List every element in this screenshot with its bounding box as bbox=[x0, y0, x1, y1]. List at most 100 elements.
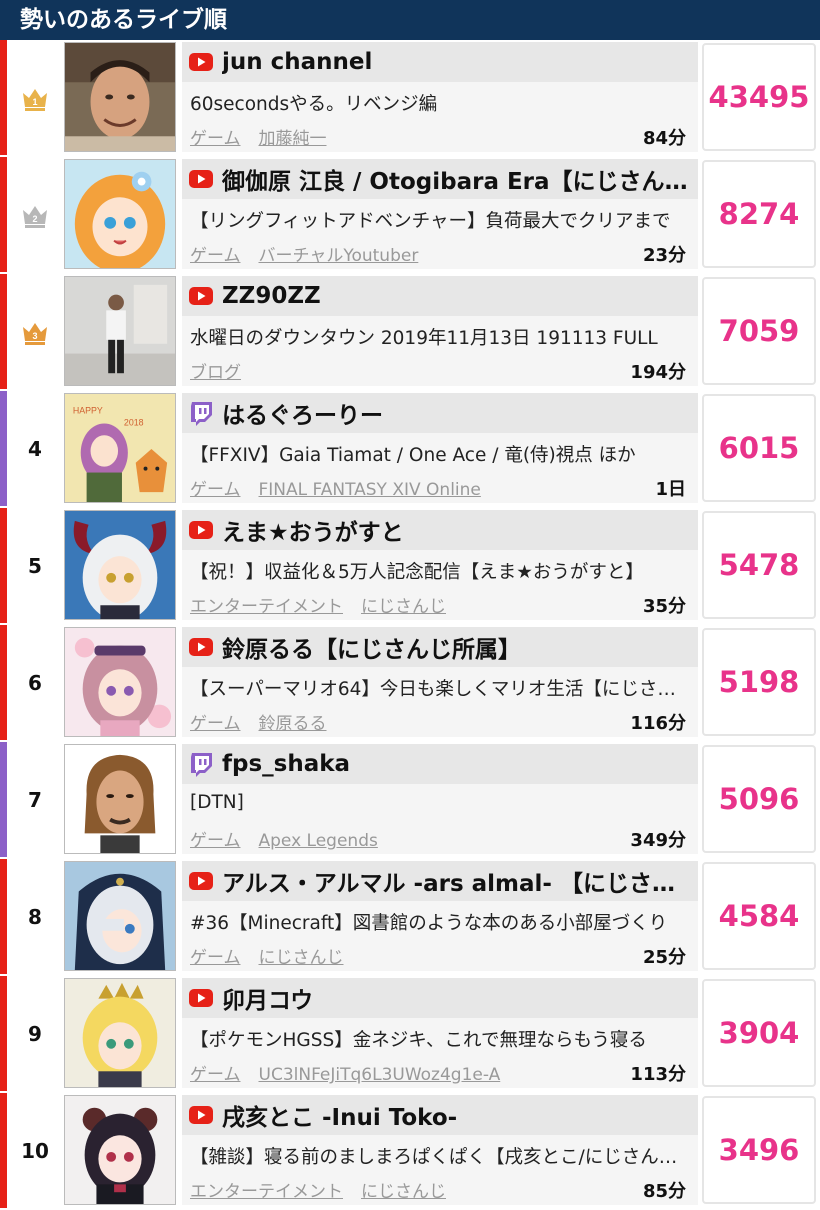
stream-title-bar[interactable]: 鈴原るる【にじさんじ所属】 bbox=[182, 627, 698, 667]
tag-list: エンターテイメント にじさんじ bbox=[190, 592, 464, 617]
svg-text:HAPPY: HAPPY bbox=[73, 406, 103, 416]
category-tag[interactable]: 加藤純一 bbox=[259, 129, 327, 149]
momentum-score: 3496 bbox=[718, 1133, 800, 1167]
svg-text:2018: 2018 bbox=[124, 417, 144, 427]
channel-thumbnail[interactable] bbox=[64, 510, 176, 620]
stream-title-bar[interactable]: 卯月コウ bbox=[182, 978, 698, 1018]
score-box: 43495 bbox=[702, 43, 816, 151]
score-box: 5096 bbox=[702, 745, 816, 853]
category-tag[interactable]: ゲーム bbox=[190, 129, 241, 149]
category-tag[interactable]: ゲーム bbox=[190, 831, 241, 851]
stream-title-bar[interactable]: ZZ90ZZ bbox=[182, 276, 698, 316]
stream-description[interactable]: 水曜日のダウンタウン 2019年11月13日 191113 FULL bbox=[190, 324, 690, 350]
category-tag[interactable]: にじさんじ bbox=[361, 597, 446, 617]
stream-description[interactable]: 【スーパーマリオ64】今日も楽しくマリオ生活【にじさんじ】 bbox=[190, 675, 690, 701]
category-tag[interactable]: ゲーム bbox=[190, 948, 241, 968]
channel-name[interactable]: ZZ90ZZ bbox=[222, 283, 321, 309]
stream-description[interactable]: 【ポケモンHGSS】金ネジキ、これで無理ならもう寝る bbox=[190, 1026, 690, 1052]
category-tag[interactable]: にじさんじ bbox=[361, 1182, 446, 1202]
stream-info: 卯月コウ【ポケモンHGSS】金ネジキ、これで無理ならもう寝るゲーム UC3lNFe… bbox=[182, 978, 698, 1088]
ranking-row[interactable]: 5 えま★おうがすと 【祝！】収益化＆5万人記念配信【えま★おうがすと】 エンターテイ… bbox=[0, 508, 820, 625]
stream-description[interactable]: [DTN] bbox=[190, 792, 690, 813]
category-tag[interactable]: ゲーム bbox=[190, 1065, 241, 1085]
channel-thumbnail[interactable]: HAPPY 2018 bbox=[64, 393, 176, 503]
stream-title-bar[interactable]: 戌亥とこ -Inui Toko- bbox=[182, 1095, 698, 1135]
momentum-score: 6015 bbox=[718, 431, 800, 465]
channel-name[interactable]: 戌亥とこ -Inui Toko- bbox=[222, 1098, 457, 1132]
channel-name[interactable]: 鈴原るる【にじさんじ所属】 bbox=[222, 630, 521, 664]
tag-list: ブログ bbox=[190, 358, 259, 383]
category-tag[interactable]: ブログ bbox=[190, 363, 241, 383]
platform-stripe bbox=[0, 976, 7, 1091]
category-tag[interactable]: Apex Legends bbox=[259, 831, 378, 851]
stream-description[interactable]: 【雑談】寝る前のましまろぱくぱく【戌亥とこ/にじさんじ】 bbox=[190, 1143, 690, 1169]
category-tag[interactable]: ゲーム bbox=[190, 480, 241, 500]
crown-icon: 1 bbox=[23, 88, 47, 111]
channel-thumbnail[interactable] bbox=[64, 627, 176, 737]
stream-info: 鈴原るる【にじさんじ所属】【スーパーマリオ64】今日も楽しくマリオ生活【にじさん… bbox=[182, 627, 698, 737]
stream-title-bar[interactable]: 御伽原 江良 / Otogibara Era【にじさんじ所属】 bbox=[182, 159, 698, 199]
platform-stripe bbox=[0, 40, 7, 155]
stream-title-bar[interactable]: アルス・アルマル -ars almal- 【にじさんじ】 bbox=[182, 861, 698, 901]
channel-thumbnail[interactable] bbox=[64, 744, 176, 854]
ranking-row[interactable]: 8 アルス・アルマル -ars almal- 【にじさんじ】 #36【Minecra… bbox=[0, 859, 820, 976]
ranking-row[interactable]: 3 ZZ90ZZ 水曜日のダウンタウン 2019年11月13日 191113 FUL… bbox=[0, 274, 820, 391]
ranking-row[interactable]: 6 鈴原るる【にじさんじ所属】 【スーパーマリオ64】今日も楽しくマリオ生活【にじさ… bbox=[0, 625, 820, 742]
rank-badge: 10 bbox=[7, 1093, 63, 1208]
ranking-row[interactable]: 10 戌亥とこ -Inui Toko- 【雑談】寝る前のましまろぱくぱく【戌亥とこ/… bbox=[0, 1093, 820, 1210]
category-tag[interactable]: にじさんじ bbox=[259, 948, 344, 968]
channel-thumbnail[interactable] bbox=[64, 159, 176, 269]
rank-badge: 8 bbox=[7, 859, 63, 974]
channel-thumbnail[interactable] bbox=[64, 42, 176, 152]
channel-name[interactable]: 卯月コウ bbox=[222, 981, 313, 1015]
stream-duration: 25分 bbox=[642, 947, 686, 968]
ranking-row[interactable]: 1 jun channel 60secondsやる。リベンジ編 ゲーム 加藤純一 84分 4… bbox=[0, 40, 820, 157]
stream-title-bar[interactable]: jun channel bbox=[182, 42, 698, 82]
ranking-row[interactable]: 4 HAPPY 2018 はるぐろーりー【FFXIV】Gaia Tiamat / On… bbox=[0, 391, 820, 508]
ranking-row[interactable]: 9 卯月コウ 【ポケモンHGSS】金ネジキ、これで無理ならもう寝る ゲーム UC3lNF… bbox=[0, 976, 820, 1093]
channel-name[interactable]: えま★おうがすと bbox=[222, 513, 404, 547]
platform-stripe bbox=[0, 157, 7, 272]
youtube-icon bbox=[189, 287, 213, 305]
ranking-row[interactable]: 2 御伽原 江良 / Otogibara Era【にじさんじ所属】【リングフィット… bbox=[0, 157, 820, 274]
youtube-icon bbox=[189, 872, 213, 890]
momentum-score: 43495 bbox=[708, 80, 810, 114]
stream-description[interactable]: 60secondsやる。リベンジ編 bbox=[190, 90, 690, 116]
stream-description[interactable]: 【祝！】収益化＆5万人記念配信【えま★おうがすと】 bbox=[190, 558, 690, 584]
channel-name[interactable]: アルス・アルマル -ars almal- 【にじさんじ】 bbox=[222, 864, 692, 898]
channel-name[interactable]: jun channel bbox=[222, 49, 372, 75]
category-tag[interactable]: バーチャルYoutuber bbox=[259, 246, 419, 266]
stream-title-bar[interactable]: fps_shaka bbox=[182, 744, 698, 784]
ranking-row[interactable]: 7 fps_shaka [DTN] ゲーム Apex Legends 349分 5096 bbox=[0, 742, 820, 859]
rank-number: 4 bbox=[28, 436, 42, 461]
channel-thumbnail[interactable] bbox=[64, 978, 176, 1088]
score-box: 6015 bbox=[702, 394, 816, 502]
rank-badge: 3 bbox=[7, 274, 63, 389]
crown-icon: 2 bbox=[23, 205, 47, 228]
category-tag[interactable]: ゲーム bbox=[190, 246, 241, 266]
channel-thumbnail[interactable] bbox=[64, 861, 176, 971]
stream-info: fps_shaka [DTN] ゲーム Apex Legends 349分 bbox=[182, 744, 698, 854]
category-tag[interactable]: FINAL FANTASY XIV Online bbox=[259, 480, 481, 500]
stream-info: ZZ90ZZ 水曜日のダウンタウン 2019年11月13日 191113 FULL… bbox=[182, 276, 698, 386]
stream-title-bar[interactable]: えま★おうがすと bbox=[182, 510, 698, 550]
platform-stripe bbox=[0, 625, 7, 740]
stream-description[interactable]: 【リングフィットアドベンチャー】負荷最大でクリアまで bbox=[190, 207, 690, 233]
tag-list: エンターテイメント にじさんじ bbox=[190, 1177, 464, 1202]
stream-description[interactable]: 【FFXIV】Gaia Tiamat / One Ace / 竜(侍)視点 ほか bbox=[190, 441, 690, 467]
category-tag[interactable]: エンターテイメント bbox=[190, 597, 343, 617]
tag-list: ゲーム UC3lNFeJiTq6L3UWoz4g1e-A bbox=[190, 1060, 518, 1085]
channel-name[interactable]: 御伽原 江良 / Otogibara Era【にじさんじ所属】 bbox=[222, 162, 692, 196]
category-tag[interactable]: 鈴原るる bbox=[259, 714, 327, 734]
channel-name[interactable]: はるぐろーりー bbox=[222, 396, 383, 430]
channel-thumbnail[interactable] bbox=[64, 1095, 176, 1205]
stream-title-bar[interactable]: はるぐろーりー bbox=[182, 393, 698, 433]
category-tag[interactable]: ゲーム bbox=[190, 714, 241, 734]
category-tag[interactable]: エンターテイメント bbox=[190, 1182, 343, 1202]
stream-duration: 85分 bbox=[642, 1181, 686, 1202]
channel-name[interactable]: fps_shaka bbox=[222, 751, 350, 777]
stream-description[interactable]: #36【Minecraft】図書館のような本のある小部屋づくり bbox=[190, 909, 690, 935]
tag-list: ゲーム Apex Legends bbox=[190, 826, 396, 851]
channel-thumbnail[interactable] bbox=[64, 276, 176, 386]
category-tag[interactable]: UC3lNFeJiTq6L3UWoz4g1e-A bbox=[259, 1065, 501, 1085]
